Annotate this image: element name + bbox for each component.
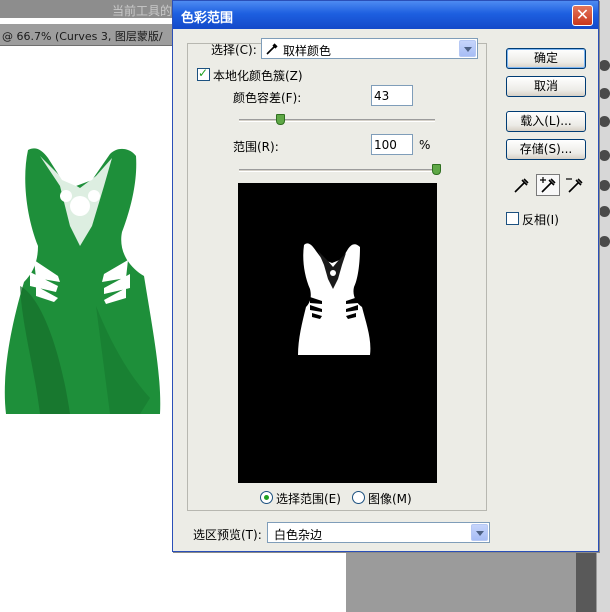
eyedropper-plus-icon	[540, 177, 556, 193]
chevron-down-icon[interactable]	[471, 524, 488, 541]
range-label: 范围(R):	[233, 140, 279, 154]
document-tab[interactable]: @ 66.7% (Curves 3, 图层蒙版/	[0, 24, 178, 46]
range-unit: %	[419, 138, 431, 152]
fuzziness-slider-thumb[interactable]	[276, 114, 286, 125]
ok-button[interactable]: 确定	[506, 48, 586, 69]
workspace-dark-strip	[576, 548, 596, 612]
green-dress-image	[4, 148, 161, 414]
selection-preview-label: 选区预览(T):	[193, 528, 262, 542]
invert-label: 反相(I)	[522, 213, 559, 227]
select-value: 取样颜色	[283, 44, 332, 58]
eyedropper-minus-icon	[566, 178, 583, 193]
eyedropper-icon	[514, 178, 529, 193]
selection-preview[interactable]	[238, 183, 437, 483]
view-image-label: 图像(M)	[368, 492, 412, 506]
range-slider-thumb[interactable]	[432, 164, 441, 175]
chevron-down-icon[interactable]	[459, 40, 476, 57]
dialog-title: 色彩范围	[181, 11, 234, 26]
cancel-button[interactable]: 取消	[506, 76, 586, 97]
tool-hint-text: 当前工具的	[112, 4, 173, 18]
select-dropdown[interactable]: 取样颜色	[261, 38, 478, 59]
panel-tool-icon[interactable]	[599, 236, 610, 247]
panel-tool-icon[interactable]	[599, 88, 610, 99]
fuzziness-input[interactable]: 43	[371, 85, 413, 106]
close-button[interactable]: ✕	[572, 5, 593, 26]
checkmark-icon: ✓	[198, 66, 209, 80]
eyedropper-icon	[266, 43, 278, 55]
fuzziness-value: 43	[374, 89, 390, 103]
close-icon: ✕	[575, 5, 590, 24]
panel-tool-icon[interactable]	[599, 150, 610, 161]
invert-checkbox[interactable]	[506, 212, 519, 225]
load-button[interactable]: 载入(L)...	[506, 111, 586, 132]
selection-preview-value: 白色杂边	[274, 528, 323, 542]
eyedropper-minus-button[interactable]	[563, 174, 587, 196]
fuzziness-slider-track[interactable]	[239, 119, 435, 122]
localized-clusters-checkbox[interactable]: ✓	[197, 66, 210, 81]
workspace-gray-area	[346, 548, 576, 612]
view-image-radio[interactable]	[352, 491, 365, 504]
fuzziness-label: 颜色容差(F):	[233, 91, 302, 105]
document-canvas[interactable]	[0, 46, 178, 612]
color-range-dialog: 色彩范围 ✕ 选择(C): 取样颜色 ✓ 本地化颜色簇(Z) 颜色容差(F): …	[172, 0, 599, 552]
eyedropper-plus-button[interactable]	[536, 174, 560, 196]
eyedropper-button[interactable]	[509, 174, 533, 196]
panel-tool-icon[interactable]	[599, 116, 610, 127]
view-selection-label: 选择范围(E)	[276, 492, 341, 506]
panel-tool-icon[interactable]	[599, 180, 610, 191]
save-button[interactable]: 存储(S)...	[506, 139, 586, 160]
document-tab-title: @ 66.7% (Curves 3, 图层蒙版/	[2, 30, 163, 43]
selection-mask-preview	[298, 243, 371, 355]
dialog-title-bar[interactable]: 色彩范围 ✕	[173, 1, 598, 29]
range-slider-track[interactable]	[239, 169, 441, 172]
view-selection-radio[interactable]	[260, 491, 273, 504]
select-label: 选择(C):	[211, 43, 257, 57]
panel-tool-icon[interactable]	[599, 206, 610, 217]
range-input[interactable]: 100	[371, 134, 413, 155]
green-dress	[4, 148, 161, 414]
localized-clusters-label: 本地化颜色簇(Z)	[213, 69, 303, 83]
range-value: 100	[374, 138, 397, 152]
selection-preview-dropdown[interactable]: 白色杂边	[267, 522, 490, 543]
panel-tool-icon[interactable]	[599, 60, 610, 71]
